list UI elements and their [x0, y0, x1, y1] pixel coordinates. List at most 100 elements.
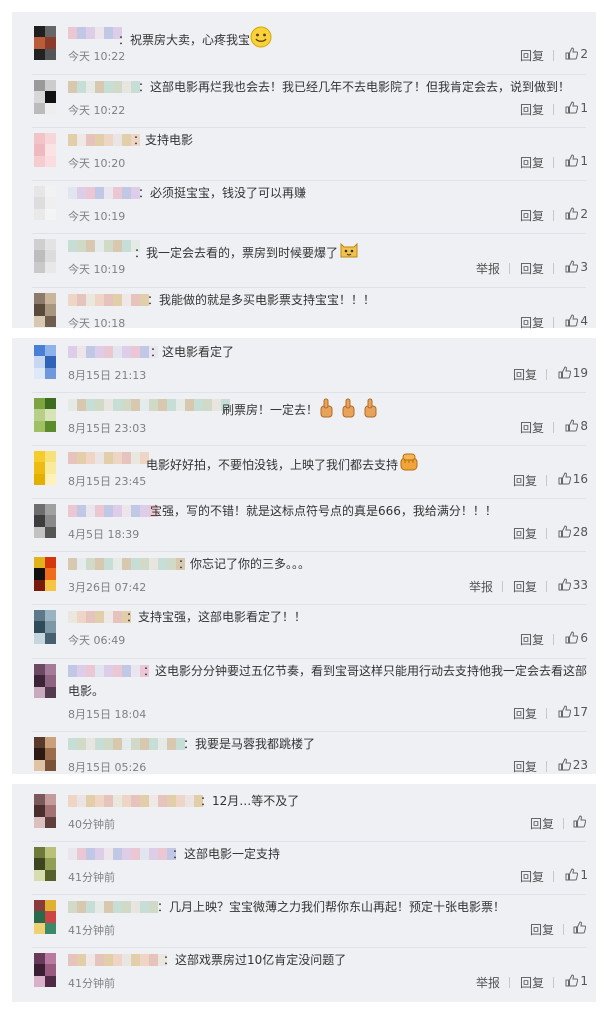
like-button[interactable]: 33	[558, 578, 588, 592]
avatar[interactable]	[34, 737, 56, 771]
like-button[interactable]: 17	[558, 705, 588, 719]
action-separator	[509, 977, 510, 988]
avatar-pixel	[34, 515, 45, 527]
like-button[interactable]: 1	[565, 154, 588, 168]
reply-button[interactable]: 回复	[513, 366, 537, 383]
avatar-pixel	[45, 579, 56, 591]
like-button[interactable]: 4	[565, 314, 588, 328]
avatar[interactable]	[34, 26, 56, 60]
like-button[interactable]: 19	[558, 366, 588, 380]
avatar[interactable]	[34, 239, 56, 273]
username-pixel	[131, 848, 140, 860]
avatar-pixel	[34, 462, 45, 474]
reply-button[interactable]: 回复	[530, 815, 554, 832]
username-pixel	[95, 346, 104, 358]
comment-item: ：这电影分分钟要过五亿节奏，看到宝哥这样只能用行动去支持他我一定会去看这部 电影。…	[12, 664, 596, 738]
avatar[interactable]	[34, 664, 56, 698]
username-pixel	[86, 738, 95, 750]
reply-button[interactable]: 回复	[520, 207, 544, 224]
avatar[interactable]	[34, 186, 56, 220]
comment-time: 40分钟前	[68, 818, 115, 831]
like-button[interactable]: 16	[558, 472, 588, 486]
thumbs-up-icon	[558, 366, 571, 379]
username-pixel	[113, 187, 122, 199]
comment-divider	[32, 731, 586, 732]
comment-text-continued: 电影。	[68, 684, 105, 698]
username-pixel	[122, 795, 131, 807]
reply-button[interactable]: 回复	[520, 974, 544, 991]
avatar[interactable]	[34, 794, 56, 828]
like-button[interactable]: 28	[558, 525, 588, 539]
like-button[interactable]: 23	[558, 758, 588, 772]
comment-text-content: ：支持电影	[133, 133, 194, 147]
username-pixel	[149, 954, 158, 966]
like-button[interactable]: 1	[565, 974, 588, 988]
username-pixel	[104, 505, 113, 517]
avatar-pixel	[34, 504, 45, 516]
like-button[interactable]: 1	[565, 868, 588, 882]
avatar[interactable]	[34, 847, 56, 881]
username-pixel	[86, 346, 95, 358]
avatar[interactable]	[34, 900, 56, 934]
username-pixel	[122, 558, 131, 570]
report-button[interactable]: 举报	[476, 260, 500, 277]
avatar-pixel	[45, 975, 56, 987]
like-button[interactable]: 6	[565, 631, 588, 645]
username-pixel	[68, 452, 77, 464]
reply-button[interactable]: 回复	[520, 631, 544, 648]
like-button[interactable]: 2	[565, 47, 588, 61]
comment-text-content: 刷票房！一定去！	[222, 403, 319, 417]
reply-button[interactable]: 回复	[513, 705, 537, 722]
report-button[interactable]: 举报	[476, 974, 500, 991]
avatar[interactable]	[34, 953, 56, 987]
reply-button[interactable]: 回复	[520, 101, 544, 118]
thumbs-up-icon	[558, 525, 571, 538]
report-button[interactable]: 举报	[469, 578, 493, 595]
reply-button[interactable]: 回复	[520, 260, 544, 277]
reply-button[interactable]: 回复	[513, 525, 537, 542]
reply-button[interactable]: 回复	[520, 314, 544, 331]
like-button[interactable]: 3	[565, 260, 588, 274]
username-pixel	[212, 399, 221, 411]
thumbs-up-icon	[565, 154, 579, 167]
reply-button[interactable]: 回复	[513, 758, 537, 775]
username-pixel	[113, 665, 122, 677]
like-button[interactable]: 2	[565, 207, 588, 221]
reply-button[interactable]: 回复	[520, 47, 544, 64]
avatar-pixel	[34, 367, 45, 379]
reply-button[interactable]: 回复	[513, 578, 537, 595]
comment-text: ：我能做的就是多买电影票支持宝宝！！！	[147, 293, 375, 307]
comment-divider	[32, 74, 586, 75]
comment-time: 今天 10:19	[68, 263, 126, 276]
username-pixel	[104, 901, 113, 913]
comment-item: ：几月上映？宝宝微薄之力我们帮你东山再起！预定十张电影票！ 41分钟前 回复	[12, 900, 596, 940]
avatar[interactable]	[34, 133, 56, 167]
like-button[interactable]	[573, 921, 588, 935]
username-pixel	[113, 294, 122, 306]
username-pixel	[131, 399, 140, 411]
username-pixel	[167, 558, 176, 570]
avatar-pixel	[34, 568, 45, 580]
reply-button[interactable]: 回复	[520, 868, 544, 885]
reply-button[interactable]: 回复	[513, 472, 537, 489]
reply-button[interactable]: 回复	[520, 419, 544, 436]
avatar-pixel	[34, 250, 45, 262]
avatar[interactable]	[34, 293, 56, 327]
avatar-pixel	[34, 816, 45, 828]
reply-button[interactable]: 回复	[520, 154, 544, 171]
like-button[interactable]	[573, 815, 588, 829]
like-button[interactable]: 8	[565, 419, 588, 433]
username-pixel	[95, 795, 104, 807]
avatar[interactable]	[34, 451, 56, 485]
avatar[interactable]	[34, 504, 56, 538]
avatar[interactable]	[34, 610, 56, 644]
like-button[interactable]: 1	[565, 101, 588, 115]
avatar[interactable]	[34, 398, 56, 432]
avatar[interactable]	[34, 80, 56, 114]
reply-button[interactable]: 回复	[530, 921, 554, 938]
avatar-pixel	[45, 675, 56, 687]
avatar-pixel	[34, 186, 45, 198]
avatar[interactable]	[34, 557, 56, 591]
comment-panel: ：祝票房大卖，心疼我宝 今天 10:22 2 回复 ：这部电影再烂我也会去！我已经几年不…	[12, 12, 596, 331]
avatar[interactable]	[34, 345, 56, 379]
